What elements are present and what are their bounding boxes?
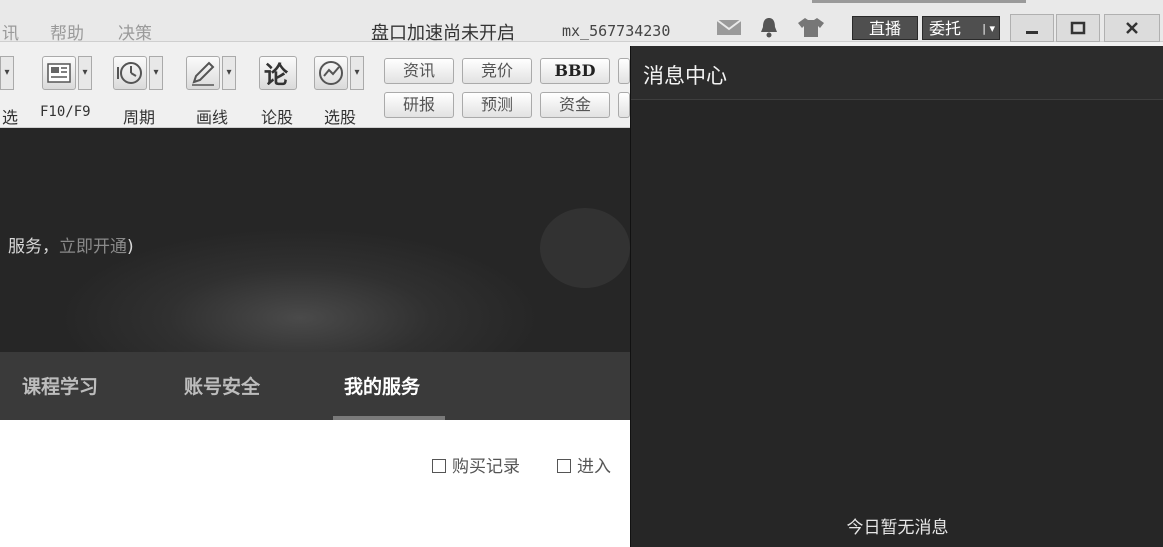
mail-icon[interactable] bbox=[716, 16, 742, 38]
banner-text: 服务，立即开通) bbox=[8, 232, 134, 257]
enter-link[interactable]: 进入 bbox=[557, 452, 611, 477]
tool-label-f10: F10/F9 bbox=[40, 104, 91, 120]
banner-text-main: 服务， bbox=[8, 237, 59, 257]
menu-item-info[interactable]: 讯 bbox=[2, 19, 19, 44]
close-icon bbox=[1126, 22, 1138, 34]
tab-account-security[interactable]: 账号安全 bbox=[184, 372, 260, 399]
chevron-down-icon[interactable]: ▾ bbox=[0, 56, 14, 90]
tool-label-stock-pick: 选股 bbox=[324, 108, 357, 127]
banner-text-tail: ) bbox=[127, 237, 134, 257]
clock-icon bbox=[113, 56, 147, 90]
stock-pick-icon bbox=[314, 56, 348, 90]
tool-label-period: 周期 bbox=[123, 108, 156, 127]
menu-item-decision[interactable]: 决策 bbox=[118, 19, 152, 44]
chevron-down-icon[interactable]: ▾ bbox=[222, 56, 236, 90]
tab-course-study[interactable]: 课程学习 bbox=[22, 372, 98, 399]
f10-icon bbox=[42, 56, 76, 90]
maximize-icon bbox=[1070, 21, 1086, 35]
chevron-down-icon[interactable]: ▾ bbox=[350, 56, 364, 90]
purchase-record-label: 购买记录 bbox=[452, 457, 520, 477]
close-button[interactable] bbox=[1104, 14, 1160, 42]
tool-label-draw-line: 画线 bbox=[196, 108, 229, 127]
tool-label-screener: 选 bbox=[2, 108, 19, 127]
chevron-down-icon[interactable]: ▾ bbox=[78, 56, 92, 90]
pill-overflow[interactable] bbox=[618, 58, 630, 84]
tab-bar: 课程学习 账号安全 我的服务 bbox=[0, 352, 630, 420]
entrust-label: 委托 bbox=[929, 19, 962, 38]
pill-overflow-2[interactable] bbox=[618, 92, 630, 118]
minimize-icon bbox=[1026, 31, 1038, 34]
message-center-title: 消息中心 bbox=[643, 64, 727, 88]
list-icon bbox=[432, 459, 446, 473]
pencil-icon bbox=[186, 56, 220, 90]
live-button[interactable]: 直播 bbox=[852, 16, 918, 40]
research-button[interactable]: 研报 bbox=[384, 92, 454, 118]
banner-decoration bbox=[540, 208, 630, 288]
bell-icon[interactable] bbox=[758, 16, 780, 38]
open-now-link[interactable]: 立即开通 bbox=[59, 237, 127, 257]
shirt-icon[interactable] bbox=[796, 16, 826, 38]
maximize-button[interactable] bbox=[1056, 14, 1100, 42]
store-icon bbox=[557, 459, 571, 473]
tab-my-services[interactable]: 我的服务 bbox=[344, 372, 420, 399]
bbd-button[interactable]: BBD bbox=[540, 58, 610, 84]
chevron-down-icon[interactable]: ▾ bbox=[149, 56, 163, 90]
top-scroll-indicator bbox=[812, 0, 1026, 3]
chevron-down-icon: | ▾ bbox=[982, 22, 995, 35]
message-center-panel: 消息中心 今日暂无消息 bbox=[630, 46, 1163, 547]
service-banner: 服务，立即开通) bbox=[0, 128, 630, 352]
active-tab-indicator bbox=[333, 416, 445, 420]
purchase-record-link[interactable]: 购买记录 bbox=[432, 452, 520, 477]
svg-text:论: 论 bbox=[264, 61, 289, 89]
forecast-button[interactable]: 预测 bbox=[462, 92, 532, 118]
tool-label-forum: 论股 bbox=[261, 108, 294, 127]
menu-bar: 讯 帮助 决策 盘口加速尚未开启 mx_567734230 直播 委托 | ▾ bbox=[0, 0, 1163, 44]
funds-button[interactable]: 资金 bbox=[540, 92, 610, 118]
forum-icon: 论 bbox=[259, 56, 297, 90]
empty-message-text: 今日暂无消息 bbox=[846, 518, 949, 538]
news-button[interactable]: 资讯 bbox=[384, 58, 454, 84]
menu-item-help[interactable]: 帮助 bbox=[50, 19, 84, 44]
enter-label: 进入 bbox=[577, 457, 611, 477]
minimize-button[interactable] bbox=[1010, 14, 1054, 42]
username[interactable]: mx_567734230 bbox=[562, 22, 670, 40]
entrust-button[interactable]: 委托 | ▾ bbox=[922, 16, 1000, 40]
bidding-button[interactable]: 竞价 bbox=[462, 58, 532, 84]
message-center-header: 消息中心 bbox=[631, 46, 1163, 100]
